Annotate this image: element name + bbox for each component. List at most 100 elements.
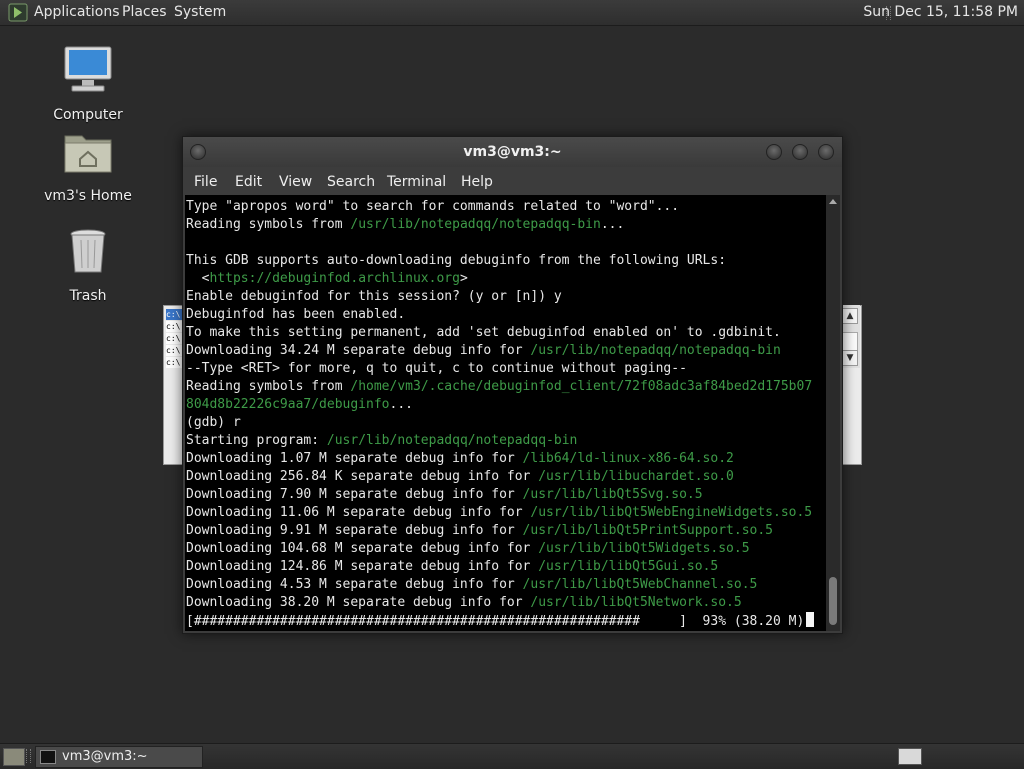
terminal-text: Downloading 11.06 M separate debug info …	[186, 505, 531, 520]
terminal-line: Downloading 124.86 M separate debug info…	[186, 558, 718, 576]
terminal-text: ...	[389, 397, 413, 412]
terminal-window[interactable]: vm3@vm3:~ File Edit View Search Terminal…	[182, 136, 843, 634]
menu-terminal[interactable]: Terminal	[387, 174, 446, 190]
terminal-line: --Type <RET> for more, q to quit, c to c…	[186, 360, 687, 378]
menu-view[interactable]: View	[279, 174, 312, 190]
menu-help[interactable]: Help	[461, 174, 493, 190]
terminal-path: 804d8b22226c9aa7/debuginfo	[186, 397, 390, 412]
trash-icon	[70, 229, 106, 273]
terminal-line: Downloading 104.68 M separate debug info…	[186, 540, 750, 558]
workspace-switcher[interactable]	[898, 748, 922, 765]
gnome-foot-icon[interactable]	[8, 3, 28, 22]
desktop-icon-computer[interactable]: Computer	[38, 45, 138, 123]
show-desktop-icon[interactable]	[3, 748, 25, 766]
scrollbar-thumb[interactable]	[829, 577, 837, 625]
clock[interactable]: Sun Dec 15, 11:58 PM	[863, 4, 1018, 20]
terminal-path: /usr/lib/libQt5Gui.so.5	[538, 559, 719, 574]
terminal-line: Reading symbols from /usr/lib/notepadqq/…	[186, 216, 624, 234]
panel-handle[interactable]	[26, 749, 31, 763]
list-item[interactable]: c:\	[166, 357, 182, 368]
terminal-path: /usr/lib/libuchardet.so.0	[538, 469, 734, 484]
terminal-text: <	[186, 271, 210, 286]
top-panel: Applications Places System Sun Dec 15, 1…	[0, 0, 1024, 26]
terminal-text: Downloading 1.07 M separate debug info f…	[186, 451, 523, 466]
terminal-path: /usr/lib/libQt5Network.so.5	[530, 595, 742, 610]
system-menu[interactable]: System	[174, 4, 226, 20]
terminal-path: /usr/lib/libQt5WebChannel.so.5	[522, 577, 758, 592]
terminal-line: Downloading 256.84 K separate debug info…	[186, 468, 734, 486]
terminal-line: Downloading 11.06 M separate debug info …	[186, 504, 812, 522]
terminal-line: <https://debuginfod.archlinux.org>	[186, 270, 468, 288]
desktop-icon-label: Computer	[53, 107, 123, 123]
terminal-path: /home/vm3/.cache/debuginfod_client/72f08…	[350, 379, 813, 394]
terminal-line: Reading symbols from /home/vm3/.cache/de…	[186, 378, 812, 396]
terminal-text: Downloading 104.68 M separate debug info…	[186, 541, 539, 556]
desktop-icon-label: vm3's Home	[44, 188, 132, 204]
terminal-path: /usr/lib/libQt5Svg.so.5	[522, 487, 703, 502]
window-title: vm3@vm3:~	[463, 144, 562, 160]
terminal-line: Downloading 4.53 M separate debug info f…	[186, 576, 757, 594]
terminal-text: Downloading 34.24 M separate debug info …	[186, 343, 531, 358]
computer-icon	[64, 46, 112, 92]
list-item[interactable]: c:\	[166, 345, 182, 356]
list-item[interactable]: c:\	[166, 333, 182, 344]
terminal-scrollbar[interactable]	[826, 195, 840, 631]
terminal-text: Downloading 256.84 K separate debug info…	[186, 469, 539, 484]
desktop-icon-home[interactable]: vm3's Home	[38, 126, 138, 204]
menu-search[interactable]: Search	[327, 174, 375, 190]
terminal-text: Downloading 9.91 M separate debug info f…	[186, 523, 523, 538]
bottom-panel: vm3@vm3:~	[0, 743, 1024, 769]
taskbar-window-button[interactable]: vm3@vm3:~	[35, 746, 203, 768]
places-menu[interactable]: Places	[122, 4, 167, 20]
terminal-icon	[40, 750, 56, 764]
terminal-line: Downloading 38.20 M separate debug info …	[186, 594, 742, 612]
terminal-text: Enable debuginfod for this session? (y o…	[186, 289, 562, 304]
terminal-line: Starting program: /usr/lib/notepadqq/not…	[186, 432, 577, 450]
chevron-down-icon[interactable]: ▼	[842, 350, 858, 366]
terminal-text: Reading symbols from	[186, 217, 351, 232]
terminal-text: Downloading 4.53 M separate debug info f…	[186, 577, 523, 592]
terminal-path: /usr/lib/notepadqq/notepadqq-bin	[350, 217, 601, 232]
terminal-line: Downloading 7.90 M separate debug info f…	[186, 486, 703, 504]
terminal-text: (gdb) r	[186, 415, 241, 430]
menu-file[interactable]: File	[194, 174, 217, 190]
scrollbar-thumb[interactable]	[842, 332, 858, 352]
terminal-line: To make this setting permanent, add 'set…	[186, 324, 781, 342]
terminal-path: /usr/lib/notepadqq/notepadqq-bin	[530, 343, 781, 358]
terminal-output[interactable]: Type "apropos word" to search for comman…	[185, 195, 826, 631]
terminal-text: Downloading 7.90 M separate debug info f…	[186, 487, 523, 502]
terminal-line: Enable debuginfod for this session? (y o…	[186, 288, 562, 306]
home-folder-icon	[64, 135, 112, 173]
window-titlebar[interactable]: vm3@vm3:~	[183, 137, 842, 167]
terminal-line: Debuginfod has been enabled.	[186, 306, 405, 324]
scroll-up-icon[interactable]	[829, 199, 837, 204]
list-item[interactable]: c:\	[166, 321, 182, 332]
terminal-text: To make this setting permanent, add 'set…	[186, 325, 781, 340]
terminal-text: Starting program:	[186, 433, 327, 448]
terminal-line: Downloading 1.07 M separate debug info f…	[186, 450, 734, 468]
terminal-text: Debuginfod has been enabled.	[186, 307, 406, 322]
terminal-text: ...	[600, 217, 625, 232]
terminal-line: (gdb) r	[186, 414, 241, 432]
terminal-path: /usr/lib/libQt5WebEngineWidgets.so.5	[530, 505, 813, 520]
terminal-path: /usr/lib/libQt5Widgets.so.5	[538, 541, 750, 556]
close-icon[interactable]	[818, 144, 834, 160]
terminal-line: Downloading 34.24 M separate debug info …	[186, 342, 781, 360]
maximize-icon[interactable]	[792, 144, 808, 160]
terminal-text: [#######################################…	[186, 614, 805, 629]
terminal-line: Downloading 9.91 M separate debug info f…	[186, 522, 773, 540]
terminal-line: Type "apropos word" to search for comman…	[186, 198, 679, 216]
desktop-icon-label: Trash	[69, 288, 107, 304]
taskbar-window-label: vm3@vm3:~	[62, 749, 148, 764]
terminal-text: This GDB supports auto-downloading debug…	[186, 253, 727, 268]
list-item[interactable]: c:\	[166, 309, 182, 320]
terminal-path: /lib64/ld-linux-x86-64.so.2	[522, 451, 734, 466]
desktop-icon-trash[interactable]: Trash	[38, 226, 138, 304]
terminal-text: Reading symbols from	[186, 379, 351, 394]
applications-menu[interactable]: Applications	[34, 4, 120, 20]
chevron-up-icon[interactable]: ▲	[842, 308, 858, 324]
menu-edit[interactable]: Edit	[235, 174, 262, 190]
terminal-path: https://debuginfod.archlinux.org	[209, 271, 460, 286]
terminal-text: --Type <RET> for more, q to quit, c to c…	[186, 361, 687, 376]
minimize-icon[interactable]	[766, 144, 782, 160]
